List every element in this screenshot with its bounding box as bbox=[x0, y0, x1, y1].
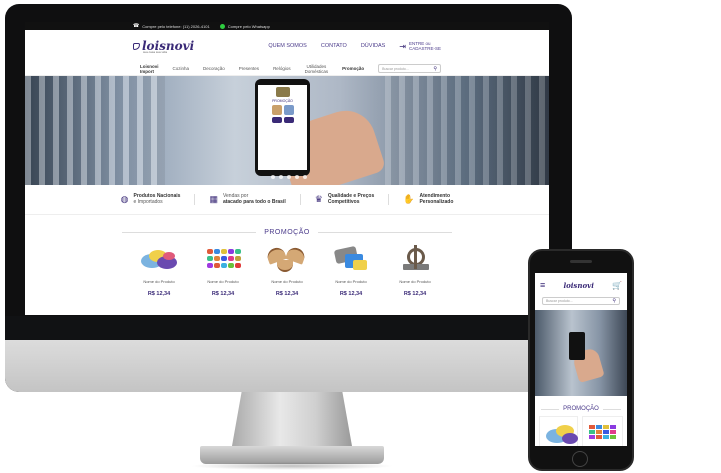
search-input[interactable]: Buscar produto... ⚲ bbox=[378, 64, 441, 73]
cat-presentes[interactable]: Presentes bbox=[239, 66, 259, 71]
site-header: loisnovi sua casa sua vida QUEM SOMOS CO… bbox=[25, 30, 549, 62]
product-image-ship-wheel bbox=[395, 244, 435, 274]
product-image-plates bbox=[139, 244, 179, 274]
product-name: Nome do Produto bbox=[399, 279, 431, 284]
cat-brand-line2: Import bbox=[140, 68, 154, 74]
logo-tagline: sua casa sua vida bbox=[143, 50, 168, 54]
imac-bezel-bottom bbox=[5, 316, 572, 342]
mobile-hero-banner bbox=[535, 310, 627, 396]
hero-banner: PROMOÇÃO bbox=[25, 76, 549, 185]
feature-line2: Personalizado bbox=[419, 198, 454, 205]
product-card[interactable]: Nome do Produto R$ 12,34 bbox=[331, 244, 371, 297]
iphone-speaker bbox=[570, 260, 592, 263]
logo-mark-icon bbox=[133, 42, 140, 50]
cart-icon[interactable]: 🛒 bbox=[612, 281, 622, 290]
header-nav: QUEM SOMOS CONTATO DÚVIDAS ⇥ ENTRE ou CA… bbox=[268, 41, 441, 51]
boxes-icon: ▦ bbox=[209, 193, 218, 204]
product-name: Nome do Produto bbox=[271, 279, 303, 284]
mobile-header: ≡ loisnovi 🛒 bbox=[535, 273, 627, 297]
phone-text: Compre pelo telefone: (11) 2026-4101 bbox=[142, 23, 210, 29]
feature-atacado: ▦ Vendas por atacado para todo o Brasil bbox=[195, 193, 301, 205]
cat-cozinha[interactable]: Cozinha bbox=[173, 66, 190, 71]
trophy-icon: ♛ bbox=[314, 193, 323, 204]
feature-line2: e Importados bbox=[133, 198, 163, 205]
device-mockup-stage: ☎ Compre pelo telefone: (11) 2026-4101 C… bbox=[0, 0, 721, 473]
mobile-logo[interactable]: loisnovi bbox=[563, 281, 593, 290]
product-card[interactable]: Nome do Produto R$ 12,34 bbox=[265, 244, 307, 297]
iphone-home-button bbox=[572, 451, 588, 467]
feature-line2: atacado para todo o Brasil bbox=[222, 198, 286, 205]
nav-contato[interactable]: CONTATO bbox=[321, 43, 347, 49]
phone-icon: ☎ bbox=[133, 23, 140, 29]
carousel-dot[interactable] bbox=[303, 175, 307, 179]
search-placeholder: Buscar produto... bbox=[382, 66, 409, 71]
cat-promocao[interactable]: Promoção bbox=[342, 66, 364, 71]
whatsapp-contact[interactable]: Compre pelo Whatsapp bbox=[219, 23, 270, 29]
product-card[interactable]: Nome do Produto R$ 12,34 bbox=[395, 244, 435, 297]
product-price: R$ 12,34 bbox=[211, 291, 235, 297]
search-icon[interactable]: ⚲ bbox=[612, 298, 616, 304]
product-card[interactable]: Nome do Produto R$ 12,34 bbox=[203, 244, 243, 297]
cat-decoracao[interactable]: Decoração bbox=[203, 66, 225, 71]
mobile-search-input[interactable]: Buscar produto... ⚲ bbox=[542, 297, 620, 305]
login-icon: ⇥ bbox=[399, 41, 406, 51]
carousel-dot[interactable] bbox=[295, 175, 299, 179]
imac-chin bbox=[5, 340, 572, 392]
product-image-butterflies bbox=[203, 244, 243, 274]
hero-building-right bbox=[385, 76, 549, 185]
mobile-product-card[interactable] bbox=[539, 416, 578, 446]
promo-product-list: Nome do Produto R$ 12,34 Nome do Produto… bbox=[25, 244, 549, 297]
product-image-gift bbox=[331, 244, 371, 274]
feature-qualidade: ♛ Qualidade e Preços Competitivos bbox=[301, 193, 390, 205]
login-line2: CADASTRE-SE bbox=[408, 46, 441, 51]
whatsapp-icon bbox=[219, 23, 225, 29]
handshake-icon: ✋ bbox=[403, 193, 415, 204]
mobile-website: ≡ loisnovi 🛒 Buscar produto... ⚲ PROMOÇÃ… bbox=[535, 273, 627, 446]
promo-section-title: PROMOÇÃO bbox=[122, 229, 452, 236]
product-name: Nome do Produto bbox=[207, 279, 239, 284]
globe-icon: ◍ bbox=[120, 193, 129, 204]
cat-utilities-line2: Domésticas bbox=[304, 68, 329, 74]
desktop-website: ☎ Compre pelo telefone: (11) 2026-4101 C… bbox=[25, 22, 549, 315]
mobile-search-placeholder: Buscar produto... bbox=[546, 299, 573, 303]
hero-phone-promo: PROMOÇÃO bbox=[272, 99, 293, 103]
hamburger-menu-icon[interactable]: ≡ bbox=[540, 280, 545, 290]
product-image-fans bbox=[265, 244, 307, 274]
product-price: R$ 12,34 bbox=[339, 291, 363, 297]
hero-building-left bbox=[25, 76, 165, 185]
product-name: Nome do Produto bbox=[335, 279, 367, 284]
product-price: R$ 12,34 bbox=[147, 291, 171, 297]
category-bar: Loisnovi Import Cozinha Decoração Presen… bbox=[25, 62, 549, 76]
login-link[interactable]: ⇥ ENTRE ou CADASTRE-SE bbox=[399, 41, 441, 51]
mobile-product-card[interactable] bbox=[582, 416, 623, 446]
feature-atendimento: ✋ Atendimento Personalizado bbox=[389, 193, 467, 205]
nav-quem-somos[interactable]: QUEM SOMOS bbox=[268, 43, 307, 49]
carousel-dots bbox=[271, 175, 307, 179]
imac-stand bbox=[232, 392, 352, 446]
top-contact-bar: ☎ Compre pelo telefone: (11) 2026-4101 C… bbox=[25, 22, 549, 30]
carousel-dot[interactable] bbox=[279, 175, 283, 179]
feature-nacionais: ◍ Produtos Nacionais e Importados bbox=[107, 193, 196, 205]
carousel-dot[interactable] bbox=[287, 175, 291, 179]
imac-shadow bbox=[190, 462, 394, 470]
phone-contact[interactable]: ☎ Compre pelo telefone: (11) 2026-4101 bbox=[133, 23, 210, 29]
feature-strip: ◍ Produtos Nacionais e Importados ▦ Venda… bbox=[25, 185, 549, 215]
search-icon[interactable]: ⚲ bbox=[433, 66, 437, 72]
product-price: R$ 12,34 bbox=[403, 291, 427, 297]
product-card[interactable]: Nome do Produto R$ 12,34 bbox=[139, 244, 179, 297]
carousel-dot[interactable] bbox=[271, 175, 275, 179]
whatsapp-text: Compre pelo Whatsapp bbox=[227, 23, 270, 29]
product-name: Nome do Produto bbox=[143, 279, 175, 284]
cat-loisnovi-import[interactable]: Loisnovi Import bbox=[140, 64, 159, 74]
cat-relogios[interactable]: Relógios bbox=[273, 66, 291, 71]
nav-duvidas[interactable]: DÚVIDAS bbox=[361, 43, 385, 49]
feature-line2: Competitivos bbox=[327, 198, 360, 205]
cat-utilidades[interactable]: Utilidades Domésticas bbox=[305, 64, 329, 74]
mobile-product-list bbox=[535, 412, 627, 446]
hero-phone-image: PROMOÇÃO bbox=[255, 79, 310, 176]
mobile-hero-phone-image bbox=[569, 332, 585, 360]
iphone-frame: ≡ loisnovi 🛒 Buscar produto... ⚲ PROMOÇÃ… bbox=[528, 249, 634, 471]
product-price: R$ 12,34 bbox=[275, 291, 299, 297]
